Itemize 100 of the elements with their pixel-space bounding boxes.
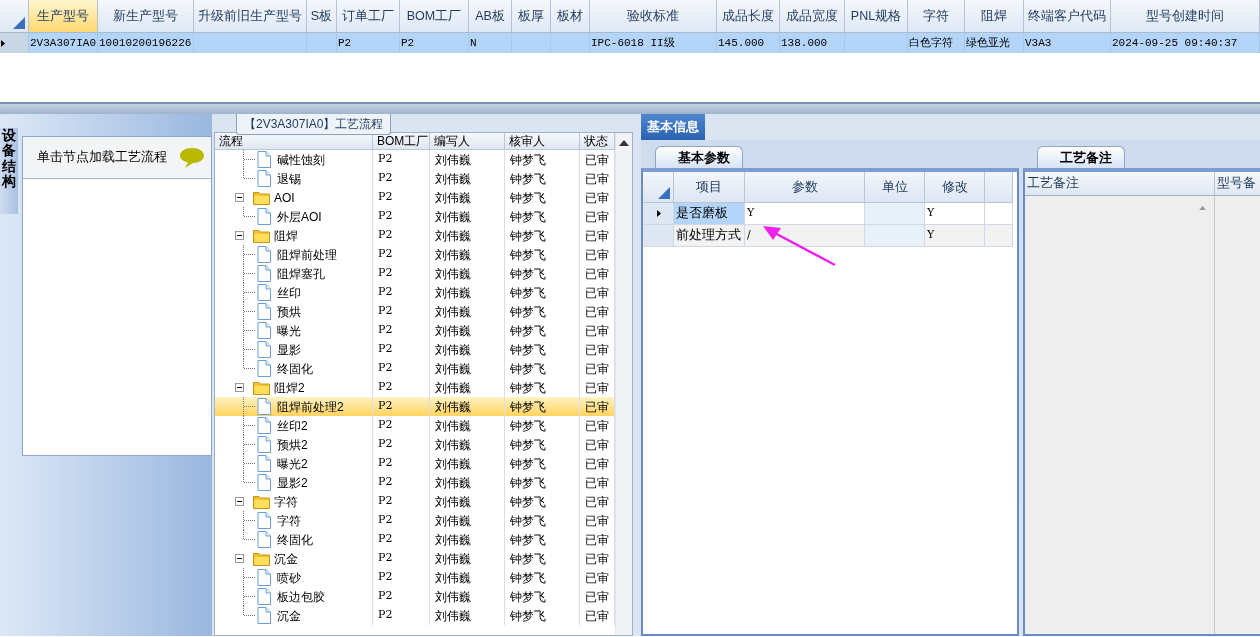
step-label: 丝印 [277, 284, 301, 302]
table-cell: Y [745, 203, 865, 225]
tree-row[interactable]: 阻焊前处理 P2 刘伟巍 钟梦飞 已审 [215, 245, 615, 264]
tree-row[interactable]: 显影2 P2 刘伟巍 钟梦飞 已审 [215, 473, 615, 492]
collapse-toggle-icon[interactable] [235, 231, 244, 240]
column-header[interactable]: 终端客户代码 [1024, 0, 1111, 33]
table-cell: 刘伟巍 [430, 416, 505, 435]
table-cell: P2 [373, 454, 430, 473]
column-header[interactable]: 升级前旧生产型号 [194, 0, 307, 33]
tab[interactable]: 基本信息 [641, 114, 705, 140]
row-pointer-icon [657, 210, 661, 217]
document-icon [257, 170, 271, 187]
tree-row[interactable]: 预烘 P2 刘伟巍 钟梦飞 已审 [215, 302, 615, 321]
tree-row[interactable]: 碱性蚀刻 P2 刘伟巍 钟梦飞 已审 [215, 150, 615, 169]
column-header[interactable]: 订单工厂 [337, 0, 400, 33]
column-header[interactable]: 板材 [551, 0, 590, 33]
column-header[interactable]: AB板 [469, 0, 512, 33]
folder-icon [253, 190, 270, 205]
tree-row[interactable]: 字符 P2 刘伟巍 钟梦飞 已审 [215, 492, 615, 511]
table-cell: 刘伟巍 [430, 511, 505, 530]
document-icon [257, 436, 271, 453]
tree-row[interactable]: 沉金 P2 刘伟巍 钟梦飞 已审 [215, 549, 615, 568]
collapse-toggle-icon[interactable] [235, 497, 244, 506]
column-header[interactable]: 工艺备注 [1025, 172, 1215, 196]
column-header[interactable]: 验收标准 [590, 0, 717, 33]
tree-row[interactable]: 沉金 P2 刘伟巍 钟梦飞 已审 [215, 606, 615, 625]
step-label: 沉金 [277, 607, 301, 625]
table-cell: 刘伟巍 [430, 340, 505, 359]
column-header[interactable]: 生产型号 [29, 0, 98, 33]
column-header[interactable]: 单位 [865, 172, 925, 203]
tree-connector-line [243, 435, 255, 454]
table-cell: P2 [373, 264, 430, 283]
row-indicator[interactable] [0, 33, 29, 53]
tree-row[interactable]: 板边包胶 P2 刘伟巍 钟梦飞 已审 [215, 587, 615, 606]
column-header[interactable]: 核审人 [505, 133, 580, 150]
column-header[interactable]: 成品长度 [717, 0, 780, 33]
tree-row[interactable]: 终固化 P2 刘伟巍 钟梦飞 已审 [215, 530, 615, 549]
tab[interactable]: 工艺备注 [1037, 145, 1125, 168]
row-indicator[interactable] [643, 203, 674, 225]
step-label: 阻焊2 [274, 379, 305, 397]
column-header[interactable]: 字符 [908, 0, 965, 33]
tree-row[interactable]: 丝印2 P2 刘伟巍 钟梦飞 已审 [215, 416, 615, 435]
document-icon [257, 531, 271, 548]
table-cell: 钟梦飞 [505, 587, 580, 606]
table-cell: P2 [373, 435, 430, 454]
column-header[interactable]: 状态 [580, 133, 615, 150]
document-icon [257, 398, 271, 415]
collapse-toggle-icon[interactable] [235, 383, 244, 392]
tree-row[interactable]: 阻焊塞孔 P2 刘伟巍 钟梦飞 已审 [215, 264, 615, 283]
table-cell: P2 [373, 150, 430, 169]
tree-row[interactable]: 字符 P2 刘伟巍 钟梦飞 已审 [215, 511, 615, 530]
column-header[interactable]: 新生产型号 [98, 0, 194, 33]
column-header[interactable]: 参数 [745, 172, 865, 203]
table-cell: 钟梦飞 [505, 492, 580, 511]
column-header[interactable]: 流程 [215, 133, 373, 150]
side-tab[interactable]: 设备结构 [0, 128, 18, 214]
tree-row[interactable]: 退锡 P2 刘伟巍 钟梦飞 已审 [215, 169, 615, 188]
tree-row[interactable]: 丝印 P2 刘伟巍 钟梦飞 已审 [215, 283, 615, 302]
tree-row[interactable]: 曝光 P2 刘伟巍 钟梦飞 已审 [215, 321, 615, 340]
table-cell: 刘伟巍 [430, 492, 505, 511]
tree-row[interactable]: 预烘2 P2 刘伟巍 钟梦飞 已审 [215, 435, 615, 454]
tree-row[interactable]: 外层AOI P2 刘伟巍 钟梦飞 已审 [215, 207, 615, 226]
scroll-up-icon[interactable] [619, 139, 629, 146]
panel-title: 【2V3A307IA0】工艺流程 [236, 114, 392, 135]
tree-row[interactable]: AOI P2 刘伟巍 钟梦飞 已审 [215, 188, 615, 207]
column-header[interactable]: 项目 [674, 172, 745, 203]
table-cell: P2 [373, 606, 430, 625]
step-label: 沉金 [274, 550, 298, 568]
column-header[interactable]: 板厚 [512, 0, 551, 33]
column-header[interactable]: 修改 [925, 172, 985, 203]
tree-row[interactable]: 曝光2 P2 刘伟巍 钟梦飞 已审 [215, 454, 615, 473]
tree-row[interactable]: 喷砂 P2 刘伟巍 钟梦飞 已审 [215, 568, 615, 587]
column-header[interactable]: 型号创建时间 [1111, 0, 1260, 33]
tree-connector-line [243, 416, 255, 435]
tree-row[interactable]: 终固化 P2 刘伟巍 钟梦飞 已审 [215, 359, 615, 378]
column-header[interactable]: PNL规格 [845, 0, 908, 33]
table-cell: 2V3A307IA0 [29, 33, 98, 53]
tree-row[interactable]: 阻焊前处理2 P2 刘伟巍 钟梦飞 已审 [215, 397, 615, 416]
tree-row[interactable]: 阻焊 P2 刘伟巍 钟梦飞 已审 [215, 226, 615, 245]
table-cell: P2 [373, 340, 430, 359]
column-header[interactable]: 成品宽度 [780, 0, 845, 33]
column-header[interactable]: 编写人 [430, 133, 505, 150]
table-cell: 刘伟巍 [430, 530, 505, 549]
column-header[interactable]: BOM工厂 [373, 133, 430, 150]
table-cell: 白色字符 [908, 33, 965, 53]
step-label: 曝光2 [277, 455, 308, 473]
collapse-toggle-icon[interactable] [235, 193, 244, 202]
column-header[interactable]: S板 [307, 0, 337, 33]
scrollbar[interactable] [615, 133, 632, 635]
column-header[interactable]: 型号备 [1215, 172, 1260, 196]
tree-row[interactable]: 显影 P2 刘伟巍 钟梦飞 已审 [215, 340, 615, 359]
table-cell: 钟梦飞 [505, 511, 580, 530]
column-header[interactable]: 阻焊 [965, 0, 1024, 33]
column-header[interactable]: BOM工厂 [400, 0, 469, 33]
table-cell: P2 [373, 530, 430, 549]
step-label: 显影 [277, 341, 301, 359]
step-label: 阻焊 [274, 227, 298, 245]
tab[interactable]: 基本参数 [655, 145, 743, 168]
collapse-toggle-icon[interactable] [235, 554, 244, 563]
tree-connector-line [243, 245, 255, 264]
